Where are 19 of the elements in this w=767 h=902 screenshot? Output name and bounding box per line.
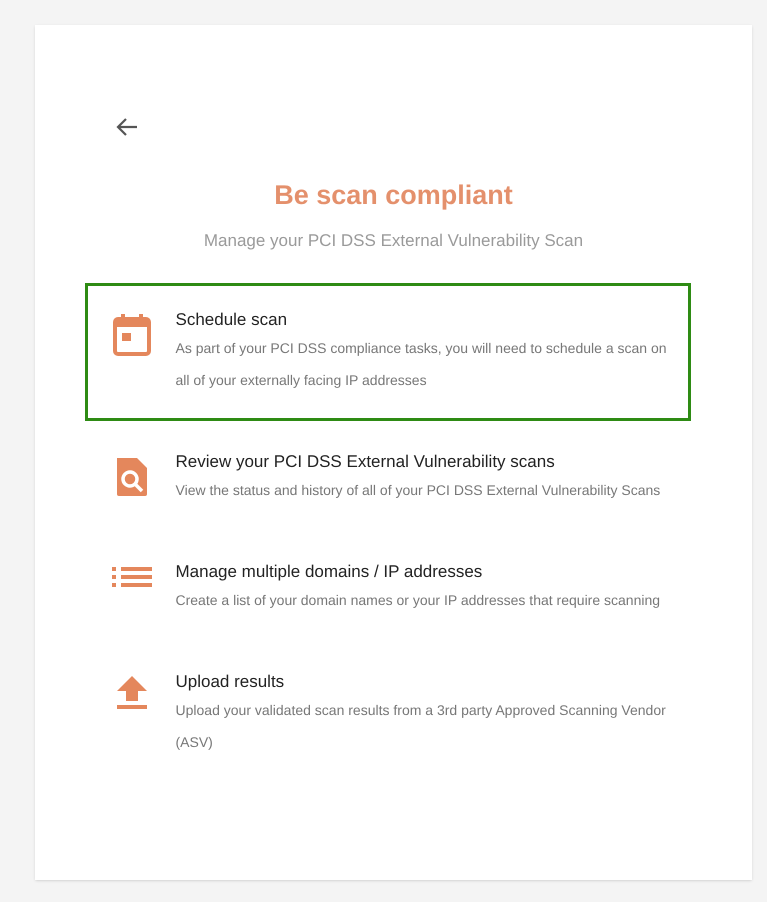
document-search-icon	[114, 456, 148, 498]
back-arrow-icon	[116, 117, 138, 137]
option-title: Upload results	[176, 671, 286, 693]
page-title: Be scan compliant	[274, 179, 513, 212]
option-title: Schedule scan	[176, 309, 288, 331]
option-description: View the status and history of all of your PCI DSS External Vulnerability Scans	[176, 481, 660, 500]
option-title: Manage multiple domains / IP addresses	[176, 561, 484, 583]
upload-icon	[116, 676, 148, 710]
option-item[interactable]: Review your PCI DSS External Vulnerability scans View the status and history of all of your PCI DSS External Vulnerability Scans	[84, 425, 690, 531]
option-description: Create a list of your domain names or your IP addresses that require scanning	[176, 591, 660, 610]
option-item[interactable]: Schedule scan As part of your PCI DSS compliance tasks, you will need to schedule a scan on all of your externally facing IP addresses	[84, 283, 690, 421]
option-description: Upload your validated scan results from a 3rd party Approved Scanning Vendor (ASV)	[176, 701, 667, 752]
page-subtitle: Manage your PCI DSS External Vulnerability Scan	[204, 230, 584, 252]
list-icon	[112, 566, 152, 588]
option-item[interactable]: Manage multiple domains / IP addresses Create a list of your domain names or your IP addresses that require scanning	[84, 535, 690, 641]
calendar-icon	[112, 314, 150, 356]
option-title: Review your PCI DSS External Vulnerability scans	[176, 451, 556, 473]
option-description: As part of your PCI DSS compliance tasks, you will need to schedule a scan on all of your externally facing IP addresses	[176, 339, 668, 390]
option-item[interactable]: Upload results Upload your validated scan results from a 3rd party Approved Scanning Vendor (ASV)	[84, 645, 690, 783]
